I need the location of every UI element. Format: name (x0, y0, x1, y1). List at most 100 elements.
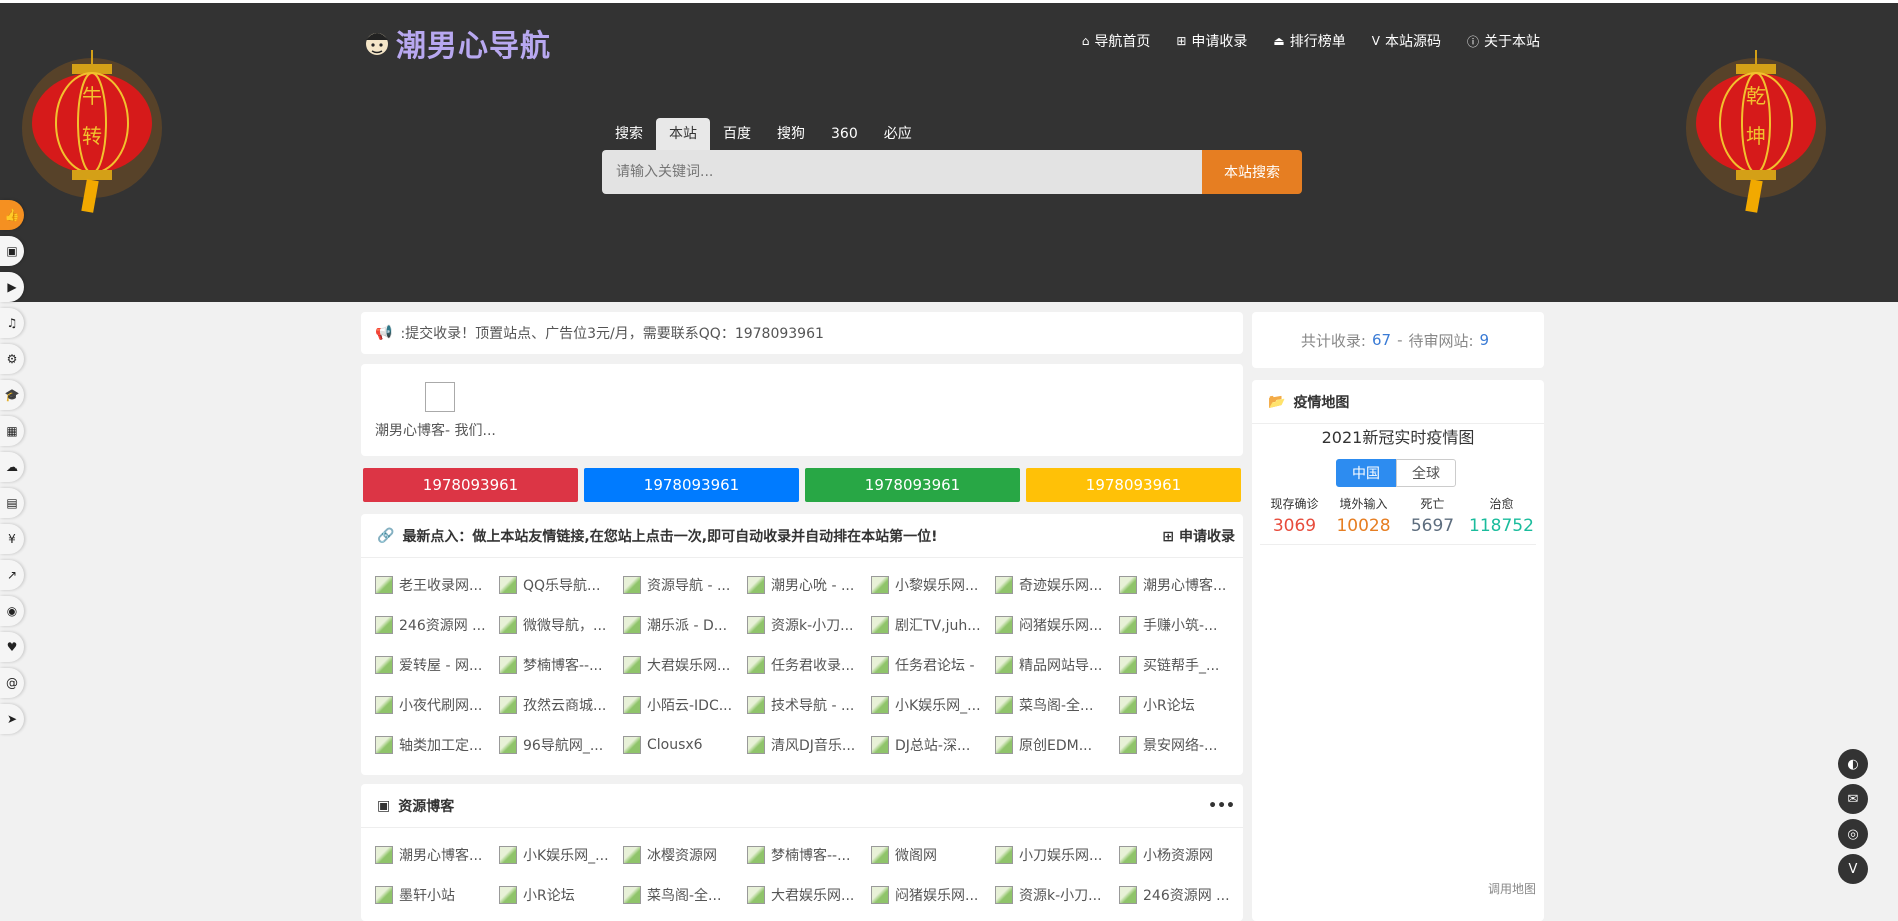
vimeo-icon[interactable]: V (1838, 854, 1868, 884)
cloud-icon[interactable]: ☁ (0, 452, 24, 482)
site-link[interactable]: 爱转屋 - 网... (375, 654, 499, 676)
site-link[interactable]: 小刀娱乐网... (995, 844, 1119, 866)
yen-icon[interactable]: ¥ (0, 524, 24, 554)
nav-ranking[interactable]: ⏏ 排行榜单 (1273, 31, 1345, 51)
thumbs-up-icon[interactable]: 👍 (0, 200, 24, 230)
search-tab-bing[interactable]: 必应 (871, 118, 925, 150)
search-input[interactable] (602, 150, 1202, 194)
nav-about[interactable]: ⓘ 关于本站 (1467, 31, 1540, 51)
broken-image-icon (375, 656, 393, 674)
youtube-icon[interactable]: ▶ (0, 272, 24, 302)
site-link[interactable]: 潮男心博客... (375, 844, 499, 866)
covid-tab-china[interactable]: 中国 (1336, 459, 1396, 487)
site-link[interactable]: 小K娱乐网_... (871, 694, 995, 716)
site-link[interactable]: 资源k-小刀... (995, 884, 1119, 906)
site-link[interactable]: 墨轩小站 (375, 884, 499, 906)
site-link[interactable]: 闷猪娱乐网... (871, 884, 995, 906)
site-link[interactable]: 奇迹娱乐网... (995, 574, 1119, 596)
nav-submit-label: 申请收录 (1191, 34, 1248, 50)
apply-button[interactable]: ⊞ 申请收录 (1162, 526, 1235, 546)
more-button[interactable]: ••• (1208, 798, 1235, 814)
mail-icon[interactable]: ✉ (1838, 784, 1868, 814)
site-link[interactable]: 潮乐派 - D... (623, 614, 747, 636)
qq-icon[interactable]: ◐ (1838, 749, 1868, 779)
search-tab-baidu[interactable]: 百度 (710, 118, 764, 150)
blog-links-header: ▣ 资源博客 ••• (361, 784, 1243, 828)
site-link[interactable]: 手赚小筑-... (1119, 614, 1243, 636)
site-link[interactable]: 梦楠博客--... (747, 844, 871, 866)
site-link[interactable]: 大君娱乐网... (747, 884, 871, 906)
send-icon[interactable]: ➤ (0, 704, 24, 734)
covid-map-footer[interactable]: 调用地图 (1488, 880, 1536, 897)
site-link[interactable]: 剧汇TV,juh... (871, 614, 995, 636)
site-link[interactable]: 孜然云商城... (499, 694, 623, 716)
site-link-label: 微微导航，... (523, 618, 607, 634)
document-icon[interactable]: ▤ (0, 488, 24, 518)
site-link[interactable]: 246资源网 ... (375, 614, 499, 636)
heartbeat-icon[interactable]: ♥ (0, 632, 24, 662)
site-link[interactable]: 原创EDM... (995, 734, 1119, 756)
site-link[interactable]: 小R论坛 (499, 884, 623, 906)
site-logo[interactable]: 潮男心导航 (362, 21, 551, 65)
site-link[interactable]: 任务君收录... (747, 654, 871, 676)
site-link[interactable]: 梦楠博客--... (499, 654, 623, 676)
music-icon[interactable]: ♫ (0, 308, 24, 338)
category-sidebar: 👍 ▣ ▶ ♫ ⚙ 🎓 ▦ ☁ ▤ ¥ ↗ ◉ ♥ @ ➤ (0, 200, 24, 740)
site-link[interactable]: 小R论坛 (1119, 694, 1243, 716)
site-link[interactable]: Clousx6 (623, 734, 747, 756)
search-tab-360[interactable]: 360 (818, 118, 871, 150)
site-link[interactable]: 246资源网 ... (1119, 884, 1243, 906)
qq-button-yellow[interactable]: 1978093961 (1026, 468, 1241, 502)
site-link-label: 闷猪娱乐网... (1019, 618, 1103, 634)
spiral-icon[interactable]: @ (0, 668, 24, 698)
site-link[interactable]: 小杨资源网 (1119, 844, 1243, 866)
site-link[interactable]: 资源k-小刀... (747, 614, 871, 636)
site-link[interactable]: 轴类加工定... (375, 734, 499, 756)
search-tab-sogou[interactable]: 搜狗 (764, 118, 818, 150)
site-link[interactable]: 精品网站导... (995, 654, 1119, 676)
site-link[interactable]: 微阁网 (871, 844, 995, 866)
site-link[interactable]: 潮男心博客... (1119, 574, 1243, 596)
featured-site-card[interactable]: 潮男心博客- 我们... (361, 364, 1243, 456)
site-link[interactable]: QQ乐导航... (499, 574, 623, 596)
graduation-cap-icon[interactable]: 🎓 (0, 380, 24, 410)
site-link[interactable]: 买链帮手_... (1119, 654, 1243, 676)
qq-button-red[interactable]: 1978093961 (363, 468, 578, 502)
site-link[interactable]: 小黎娱乐网... (871, 574, 995, 596)
covid-tab-global[interactable]: 全球 (1396, 459, 1456, 487)
grid-icon[interactable]: ▦ (0, 416, 24, 446)
site-link[interactable]: 清风DJ音乐... (747, 734, 871, 756)
site-link[interactable]: 冰樱资源网 (623, 844, 747, 866)
site-link[interactable]: 菜鸟阁-全... (995, 694, 1119, 716)
qq-button-green[interactable]: 1978093961 (805, 468, 1020, 502)
featured-site-image (425, 382, 455, 412)
nav-home[interactable]: ⌂ 导航首页 (1082, 31, 1151, 51)
qq-button-blue[interactable]: 1978093961 (584, 468, 799, 502)
site-link[interactable]: DJ总站-深... (871, 734, 995, 756)
search-tab-site[interactable]: 本站 (656, 118, 710, 150)
site-link[interactable]: 小K娱乐网_... (499, 844, 623, 866)
site-link[interactable]: 老王收录网... (375, 574, 499, 596)
network-icon[interactable]: ⚙ (0, 344, 24, 374)
broken-image-icon (375, 846, 393, 864)
site-link[interactable]: 小陌云-IDC... (623, 694, 747, 716)
site-link[interactable]: 大君娱乐网... (623, 654, 747, 676)
wechat-icon[interactable]: ◎ (1838, 819, 1868, 849)
site-link[interactable]: 微微导航，... (499, 614, 623, 636)
site-link[interactable]: 菜鸟阁-全... (623, 884, 747, 906)
site-link[interactable]: 潮男心吮 - ... (747, 574, 871, 596)
site-link[interactable]: 景安网络-... (1119, 734, 1243, 756)
search-button[interactable]: 本站搜索 (1202, 150, 1302, 194)
broken-image-icon (995, 846, 1013, 864)
site-link[interactable]: 小夜代刷网... (375, 694, 499, 716)
site-link[interactable]: 任务君论坛 - (871, 654, 995, 676)
chart-icon[interactable]: ↗ (0, 560, 24, 590)
site-link[interactable]: 闷猪娱乐网... (995, 614, 1119, 636)
site-link[interactable]: 资源导航 - ... (623, 574, 747, 596)
nav-submit[interactable]: ⊞ 申请收录 (1176, 31, 1247, 51)
site-link[interactable]: 96导航网_... (499, 734, 623, 756)
compass-icon[interactable]: ◉ (0, 596, 24, 626)
site-link[interactable]: 技术导航 - ... (747, 694, 871, 716)
nav-source[interactable]: V 本站源码 (1372, 31, 1441, 51)
gamepad-icon[interactable]: ▣ (0, 236, 24, 266)
